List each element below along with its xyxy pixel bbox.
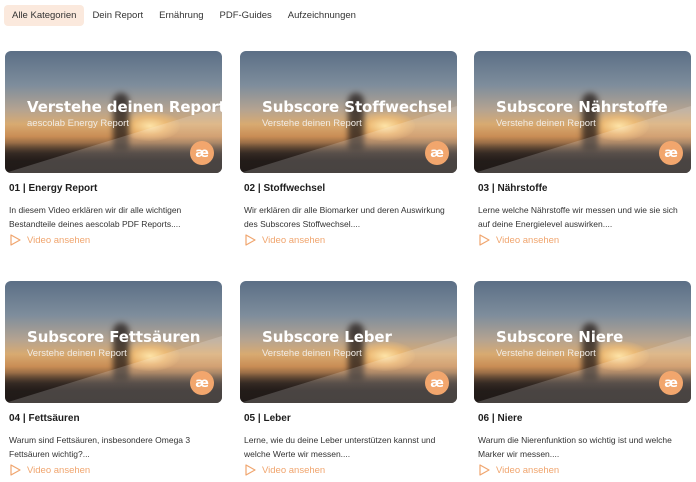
card-description: Wir erklären dir alle Biomarker und dere… [244, 205, 445, 229]
video-ansehen-link[interactable]: Video ansehen [244, 464, 325, 476]
play-outline-icon [479, 234, 490, 246]
card-title: 05 | Leber [244, 413, 291, 424]
thumbnail-subtitle: Verstehe deinen Report [27, 348, 127, 359]
play-outline-icon [479, 464, 490, 476]
thumbnail-subtitle: Verstehe deinen Report [262, 348, 362, 359]
play-outline-icon [10, 464, 21, 476]
thumbnail-subtitle: Verstehe deinen Report [496, 118, 596, 129]
aescolab-logo-icon: æ [659, 141, 683, 165]
video-card: Subscore Nährstoffe Verstehe deinen Repo… [474, 51, 691, 246]
video-ansehen-link[interactable]: Video ansehen [9, 464, 90, 476]
thumbnail-subtitle: Verstehe deinen Report [496, 348, 596, 359]
thumbnail-title: Subscore Leber [262, 328, 392, 346]
card-title: 02 | Stoffwechsel [244, 183, 326, 194]
video-ansehen-link[interactable]: Video ansehen [478, 234, 559, 246]
thumbnail-title: Subscore Niere [496, 328, 624, 346]
video-thumbnail[interactable]: Subscore Nährstoffe Verstehe deinen Repo… [474, 51, 691, 173]
aescolab-logo-icon: æ [190, 141, 214, 165]
thumbnail-title: Subscore Fettsäuren [27, 328, 201, 346]
card-description: Lerne welche Nährstoffe wir messen und w… [478, 205, 678, 229]
cta-label: Video ansehen [262, 234, 326, 246]
cta-label: Video ansehen [27, 234, 91, 246]
tab-alle-kategorien[interactable]: Alle Kategorien [4, 4, 85, 26]
card-title: 04 | Fettsäuren [9, 413, 80, 424]
video-thumbnail[interactable]: Subscore Leber Verstehe deinen Report æ [240, 281, 457, 403]
video-thumbnail[interactable]: Subscore Niere Verstehe deinen Report æ [474, 281, 691, 403]
card-description: Lerne, wie du deine Leber unterstützen k… [244, 435, 436, 459]
video-card: Subscore Fettsäuren Verstehe deinen Repo… [5, 281, 222, 476]
play-outline-icon [245, 234, 256, 246]
aescolab-logo-icon: æ [425, 371, 449, 395]
card-description: In diesem Video erklären wir dir alle wi… [9, 205, 182, 229]
aescolab-logo-icon: æ [425, 141, 449, 165]
card-description: Warum sind Fettsäuren, insbesondere Omeg… [9, 435, 191, 459]
category-tabs: Alle Kategorien Dein Report Ernährung PD… [4, 3, 364, 27]
thumbnail-subtitle: aescolab Energy Report [27, 118, 129, 129]
card-description: Warum die Nierenfunktion so wichtig ist … [478, 435, 672, 459]
card-title: 03 | Nährstoffe [478, 183, 548, 194]
tab-aufzeichnungen[interactable]: Aufzeichnungen [280, 5, 364, 26]
video-thumbnail[interactable]: Subscore Fettsäuren Verstehe deinen Repo… [5, 281, 222, 403]
video-card: Subscore Niere Verstehe deinen Report æ … [474, 281, 691, 476]
thumbnail-title: Subscore Nährstoffe [496, 98, 668, 116]
video-card: Subscore Stoffwechsel Verstehe deinen Re… [240, 51, 457, 246]
tab-ernaehrung[interactable]: Ernährung [151, 5, 211, 26]
tab-pdf-guides[interactable]: PDF-Guides [212, 5, 280, 26]
card-title: 01 | Energy Report [9, 183, 98, 194]
card-title: 06 | Niere [478, 413, 523, 424]
video-thumbnail[interactable]: Subscore Stoffwechsel Verstehe deinen Re… [240, 51, 457, 173]
video-card: Subscore Leber Verstehe deinen Report æ … [240, 281, 457, 476]
cta-label: Video ansehen [496, 234, 560, 246]
play-outline-icon [10, 234, 21, 246]
cta-label: Video ansehen [496, 464, 560, 476]
video-ansehen-link[interactable]: Video ansehen [9, 234, 90, 246]
thumbnail-title: Subscore Stoffwechsel [262, 98, 453, 116]
video-ansehen-link[interactable]: Video ansehen [478, 464, 559, 476]
cta-label: Video ansehen [262, 464, 326, 476]
aescolab-logo-icon: æ [659, 371, 683, 395]
play-outline-icon [245, 464, 256, 476]
tab-dein-report[interactable]: Dein Report [84, 5, 151, 26]
aescolab-logo-icon: æ [190, 371, 214, 395]
video-ansehen-link[interactable]: Video ansehen [244, 234, 325, 246]
cta-label: Video ansehen [27, 464, 91, 476]
thumbnail-title: Verstehe deinen Report [27, 98, 222, 116]
video-card: Verstehe deinen Report aescolab Energy R… [5, 51, 222, 246]
video-thumbnail[interactable]: Verstehe deinen Report aescolab Energy R… [5, 51, 222, 173]
thumbnail-subtitle: Verstehe deinen Report [262, 118, 362, 129]
